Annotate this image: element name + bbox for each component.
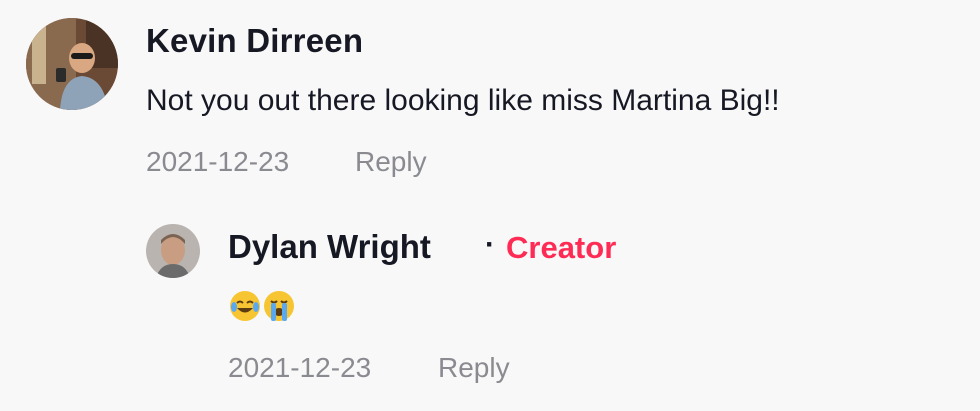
reply-button[interactable]: Reply [355, 146, 427, 178]
comment-author-name[interactable]: Kevin Dirreen [146, 22, 363, 60]
user-photo-icon [26, 18, 118, 110]
comment-thread: Kevin Dirreen Not you out there looking … [0, 0, 980, 411]
avatar[interactable] [26, 18, 118, 110]
loudly-crying-face-icon [262, 289, 296, 323]
reply-author-name[interactable]: Dylan Wright [228, 228, 431, 266]
reply-text [228, 288, 296, 323]
reply-date: 2021-12-23 [228, 352, 372, 383]
separator-dot: · [485, 228, 495, 261]
creator-badge: Creator [506, 230, 617, 265]
face-with-tears-of-joy-icon [228, 289, 262, 323]
avatar[interactable] [146, 224, 200, 278]
comment-date: 2021-12-23 [146, 146, 290, 177]
user-photo-icon [146, 224, 200, 278]
reply-button[interactable]: Reply [438, 352, 510, 384]
comment-text: Not you out there looking like miss Mart… [146, 84, 780, 117]
